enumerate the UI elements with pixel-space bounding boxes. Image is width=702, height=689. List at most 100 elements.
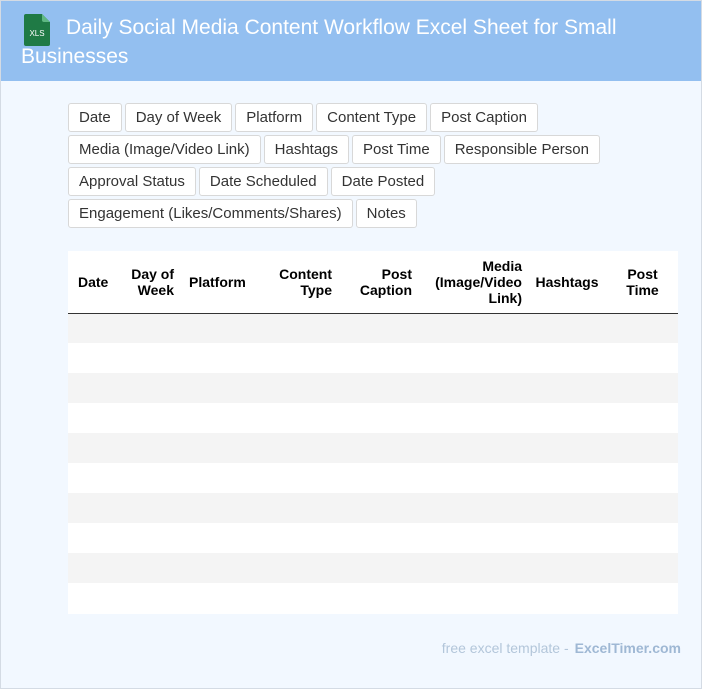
table-cell[interactable] xyxy=(247,343,337,373)
table-cell[interactable] xyxy=(247,403,337,433)
table-cell[interactable] xyxy=(120,553,179,583)
field-chip: Date xyxy=(68,103,122,132)
table-cell[interactable] xyxy=(120,463,179,493)
field-chip: Content Type xyxy=(316,103,428,132)
table-cell[interactable] xyxy=(120,583,179,613)
table-cell[interactable] xyxy=(179,493,247,523)
column-header: Hashtags xyxy=(527,251,607,314)
table-cell[interactable] xyxy=(179,433,247,463)
table-cell[interactable] xyxy=(607,493,678,523)
table-cell[interactable] xyxy=(68,313,120,343)
table-row xyxy=(68,313,678,343)
column-header: Media (Image/Video Link) xyxy=(417,251,527,314)
table-cell[interactable] xyxy=(247,313,337,343)
table-cell[interactable] xyxy=(179,463,247,493)
table-cell[interactable] xyxy=(607,343,678,373)
table-cell[interactable] xyxy=(247,583,337,613)
table-cell[interactable] xyxy=(607,313,678,343)
table-cell[interactable] xyxy=(417,313,527,343)
table-cell[interactable] xyxy=(120,523,179,553)
table-cell[interactable] xyxy=(607,373,678,403)
table-cell[interactable] xyxy=(527,373,607,403)
table-cell[interactable] xyxy=(337,313,417,343)
table-cell[interactable] xyxy=(607,523,678,553)
table-cell[interactable] xyxy=(527,343,607,373)
table-cell[interactable] xyxy=(120,313,179,343)
table-cell[interactable] xyxy=(527,463,607,493)
table-cell[interactable] xyxy=(120,373,179,403)
table-cell[interactable] xyxy=(68,463,120,493)
table-cell[interactable] xyxy=(247,523,337,553)
footer-text: free excel template - xyxy=(441,640,569,656)
table-cell[interactable] xyxy=(337,583,417,613)
field-chip: Responsible Person xyxy=(443,135,600,164)
field-chip: Day of Week xyxy=(124,103,233,132)
table-cell[interactable] xyxy=(68,403,120,433)
table-cell[interactable] xyxy=(527,433,607,463)
column-header: Date xyxy=(68,251,120,314)
table-cell[interactable] xyxy=(417,583,527,613)
table-cell[interactable] xyxy=(179,523,247,553)
table-row xyxy=(68,583,678,613)
table-cell[interactable] xyxy=(337,463,417,493)
field-chip: Date Posted xyxy=(330,167,436,196)
table-cell[interactable] xyxy=(607,433,678,463)
table-cell[interactable] xyxy=(417,373,527,403)
table-cell[interactable] xyxy=(417,433,527,463)
table-cell[interactable] xyxy=(68,553,120,583)
table-cell[interactable] xyxy=(337,403,417,433)
column-header: Platform xyxy=(179,251,247,314)
table-cell[interactable] xyxy=(247,373,337,403)
column-header: Post Caption xyxy=(337,251,417,314)
table-cell[interactable] xyxy=(68,343,120,373)
table-row xyxy=(68,433,678,463)
table-cell[interactable] xyxy=(247,493,337,523)
table-cell[interactable] xyxy=(527,493,607,523)
column-header: Post Time xyxy=(607,251,678,314)
table-cell[interactable] xyxy=(417,403,527,433)
table-cell[interactable] xyxy=(247,463,337,493)
table-cell[interactable] xyxy=(68,523,120,553)
table-cell[interactable] xyxy=(179,313,247,343)
table-cell[interactable] xyxy=(337,523,417,553)
table-header-row: Date Day of Week Platform Content Type P… xyxy=(68,251,678,314)
table-cell[interactable] xyxy=(68,373,120,403)
table-cell[interactable] xyxy=(179,583,247,613)
field-chip: Date Scheduled xyxy=(198,167,328,196)
table-cell[interactable] xyxy=(247,553,337,583)
footer-brand-link[interactable]: ExcelTimer.com xyxy=(575,640,681,656)
table-cell[interactable] xyxy=(417,523,527,553)
table-cell[interactable] xyxy=(607,553,678,583)
table-cell[interactable] xyxy=(179,553,247,583)
table-cell[interactable] xyxy=(247,433,337,463)
table-cell[interactable] xyxy=(179,343,247,373)
table-cell[interactable] xyxy=(607,583,678,613)
table-cell[interactable] xyxy=(417,553,527,583)
table-cell[interactable] xyxy=(68,493,120,523)
table-cell[interactable] xyxy=(120,343,179,373)
table-cell[interactable] xyxy=(417,463,527,493)
table-cell[interactable] xyxy=(68,583,120,613)
table-cell[interactable] xyxy=(68,433,120,463)
table-cell[interactable] xyxy=(527,403,607,433)
table-cell[interactable] xyxy=(527,313,607,343)
table-cell[interactable] xyxy=(337,493,417,523)
table-cell[interactable] xyxy=(527,583,607,613)
table-cell[interactable] xyxy=(607,403,678,433)
table-cell[interactable] xyxy=(527,553,607,583)
table-cell[interactable] xyxy=(607,463,678,493)
table-cell[interactable] xyxy=(179,373,247,403)
table-cell[interactable] xyxy=(337,373,417,403)
table-cell[interactable] xyxy=(337,343,417,373)
table-cell[interactable] xyxy=(120,433,179,463)
table-cell[interactable] xyxy=(527,523,607,553)
table-cell[interactable] xyxy=(120,403,179,433)
field-chip: Post Time xyxy=(352,135,441,164)
table-cell[interactable] xyxy=(337,433,417,463)
table-cell[interactable] xyxy=(417,343,527,373)
table-cell[interactable] xyxy=(337,553,417,583)
table-cell[interactable] xyxy=(417,493,527,523)
field-list: Date Day of Week Platform Content Type P… xyxy=(68,103,668,228)
table-cell[interactable] xyxy=(179,403,247,433)
table-cell[interactable] xyxy=(120,493,179,523)
